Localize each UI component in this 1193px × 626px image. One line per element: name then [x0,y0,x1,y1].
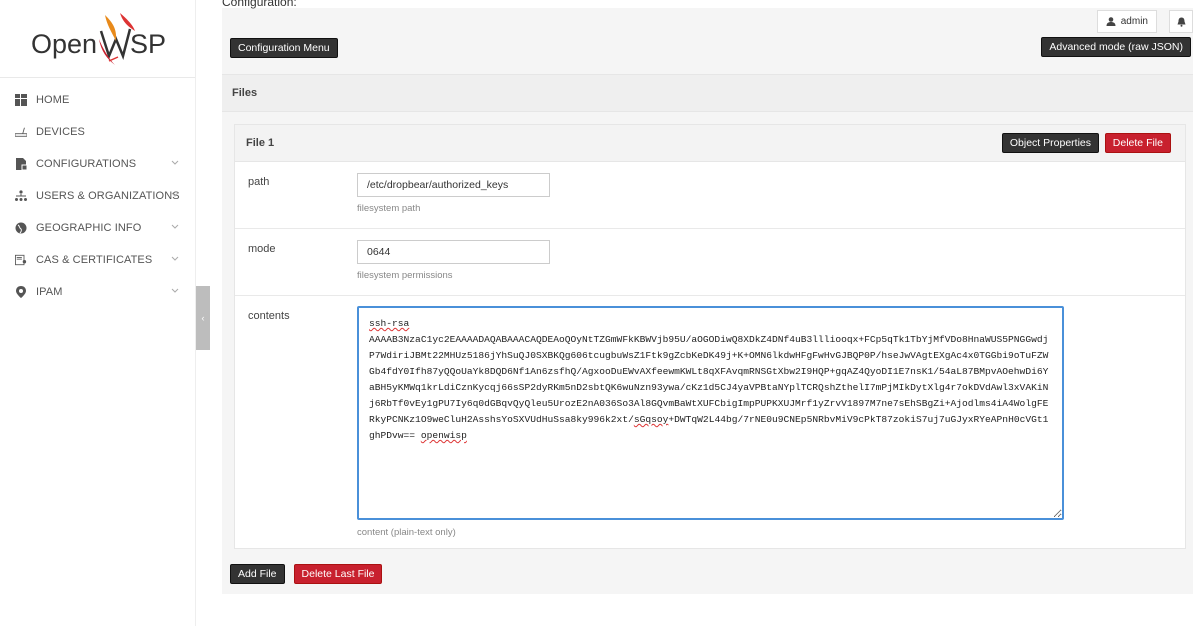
path-row: path filesystem path [235,162,1185,229]
file-title: File 1 [246,137,275,149]
chevron-down-icon [171,288,179,293]
sidebar-item-cas-certificates[interactable]: CAS & CERTIFICATES [0,244,195,276]
sidebar-item-label: USERS & ORGANIZATIONS [36,190,180,202]
section-title: Configuration: [222,0,297,9]
sidebar-item-label: CAS & CERTIFICATES [36,254,153,266]
contents-help-text: content (plain-text only) [357,527,456,538]
sidebar-item-label: CONFIGURATIONS [36,158,137,170]
logo-text-right: SP [130,29,166,59]
path-help-text: filesystem path [357,203,421,214]
sidebar-item-home[interactable]: HOME [0,84,195,116]
chevron-down-icon [171,192,179,197]
path-input[interactable] [357,173,550,197]
notifications-button[interactable] [1169,10,1193,33]
logo-graphic: Open SP [31,12,166,65]
contents-tail-end: openwisp [420,430,467,441]
sidebar-item-label: IPAM [36,286,63,298]
mode-input[interactable] [357,240,550,264]
object-properties-button[interactable]: Object Properties [1001,133,1099,153]
file-actions: Add File Delete Last File [230,564,383,584]
page-header: Configuration: [222,0,1193,12]
mode-row: mode filesystem permissions [235,229,1185,296]
home-icon [15,94,27,106]
router-icon [15,126,27,138]
path-label: path [248,176,270,188]
user-icon [1106,17,1116,26]
configuration-menu-button[interactable]: Configuration Menu [230,38,338,58]
sidebar-item-label: HOME [36,94,70,106]
delete-last-file-button[interactable]: Delete Last File [293,564,383,584]
mode-help-text: filesystem permissions [357,270,453,281]
sidebar-nav: HOME DEVICES CONFIGURATIONS USERS & ORGA… [0,78,195,308]
sidebar-item-label: GEOGRAPHIC INFO [36,222,142,234]
add-file-button[interactable]: Add File [230,564,285,584]
contents-tail-start: sGqsoy [633,414,669,425]
delete-file-button[interactable]: Delete File [1104,133,1171,153]
mode-label: mode [248,243,276,255]
file-card: File 1 Object Properties Delete File pat… [234,124,1186,549]
sidebar-item-configurations[interactable]: CONFIGURATIONS [0,148,195,180]
files-section-label: Files [232,87,258,99]
certificate-icon [15,254,27,266]
sidebar-item-ipam[interactable]: IPAM [0,276,195,308]
logo-text-left: Open [31,29,97,59]
openwisp-logo[interactable]: Open SP [0,0,195,78]
sidebar-item-users-organizations[interactable]: USERS & ORGANIZATIONS [0,180,195,212]
contents-row: contents ssh-rsa AAAAB3NzaC1yc2EAAAADAQA… [235,296,1185,548]
location-pin-icon [15,286,27,298]
contents-body: AAAAB3NzaC1yc2EAAAADAQABAAACAQDEAoQOyNtT… [369,334,1049,425]
user-menu-button[interactable]: admin [1096,10,1157,33]
org-icon [15,190,27,202]
chevron-down-icon [171,256,179,261]
contents-label: contents [248,310,290,322]
user-name: admin [1120,16,1148,27]
file-icon [15,158,27,170]
sidebar-item-geographic-info[interactable]: GEOGRAPHIC INFO [0,212,195,244]
chevron-down-icon [171,224,179,229]
files-section-header: Files [222,74,1193,112]
globe-icon [15,222,27,234]
bell-icon [1177,17,1185,27]
main-content: Configuration: admin Configuration Menu … [196,0,1193,626]
sidebar: Open SP HOME DEVICES CONFIGURATIONS USER… [0,0,196,626]
advanced-mode-button[interactable]: Advanced mode (raw JSON) [1041,37,1191,57]
contents-textarea[interactable]: ssh-rsa AAAAB3NzaC1yc2EAAAADAQABAAACAQDE… [357,306,1064,520]
sidebar-item-label: DEVICES [36,126,85,138]
contents-line1: ssh-rsa [369,318,410,329]
chevron-down-icon [171,160,179,165]
file-card-header: File 1 Object Properties Delete File [235,125,1185,162]
sidebar-item-devices[interactable]: DEVICES [0,116,195,148]
